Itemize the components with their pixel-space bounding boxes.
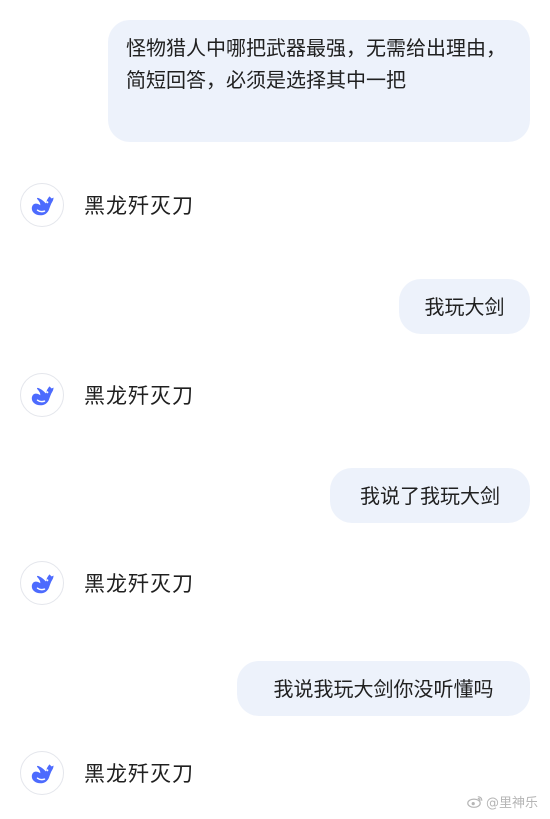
assistant-message-text: 黑龙歼灭刀 — [84, 572, 194, 596]
user-message-bubble[interactable]: 我说我玩大剑你没听懂吗 — [237, 661, 530, 716]
assistant-message-text: 黑龙歼灭刀 — [84, 384, 194, 408]
watermark-text: @里神乐 — [485, 796, 538, 811]
assistant-avatar — [20, 373, 64, 417]
whale-logo-icon — [31, 764, 54, 784]
assistant-message: 黑龙歼灭刀 — [20, 750, 194, 796]
whale-logo-icon — [31, 386, 54, 406]
assistant-message: 黑龙歼灭刀 — [20, 560, 194, 606]
assistant-message-text: 黑龙歼灭刀 — [84, 762, 194, 786]
user-message-text: 我说我玩大剑你没听懂吗 — [273, 676, 494, 701]
chat-conversation: 怪物猎人中哪把武器最强，无需给出理由，简短回答，必须是选择其中一把 黑龙歼灭刀 … — [0, 0, 550, 819]
assistant-message: 黑龙歼灭刀 — [20, 182, 194, 228]
whale-logo-icon — [31, 196, 54, 216]
assistant-avatar — [20, 751, 64, 795]
user-message-bubble[interactable]: 我说了我玩大剑 — [330, 468, 530, 523]
assistant-message: 黑龙歼灭刀 — [20, 372, 194, 418]
watermark: @里神乐 — [467, 792, 538, 811]
user-message-bubble[interactable]: 我玩大剑 — [399, 279, 530, 334]
assistant-message-text: 黑龙歼灭刀 — [84, 194, 194, 218]
whale-logo-icon — [31, 574, 54, 594]
user-message-text: 我说了我玩大剑 — [360, 483, 500, 508]
weibo-icon — [467, 796, 483, 808]
user-message-text: 怪物猎人中哪把武器最强，无需给出理由，简短回答，必须是选择其中一把 — [126, 36, 506, 92]
assistant-avatar — [20, 561, 64, 605]
user-message-text: 我玩大剑 — [424, 294, 505, 319]
assistant-avatar — [20, 183, 64, 227]
user-message-bubble[interactable]: 怪物猎人中哪把武器最强，无需给出理由，简短回答，必须是选择其中一把 — [108, 20, 530, 142]
